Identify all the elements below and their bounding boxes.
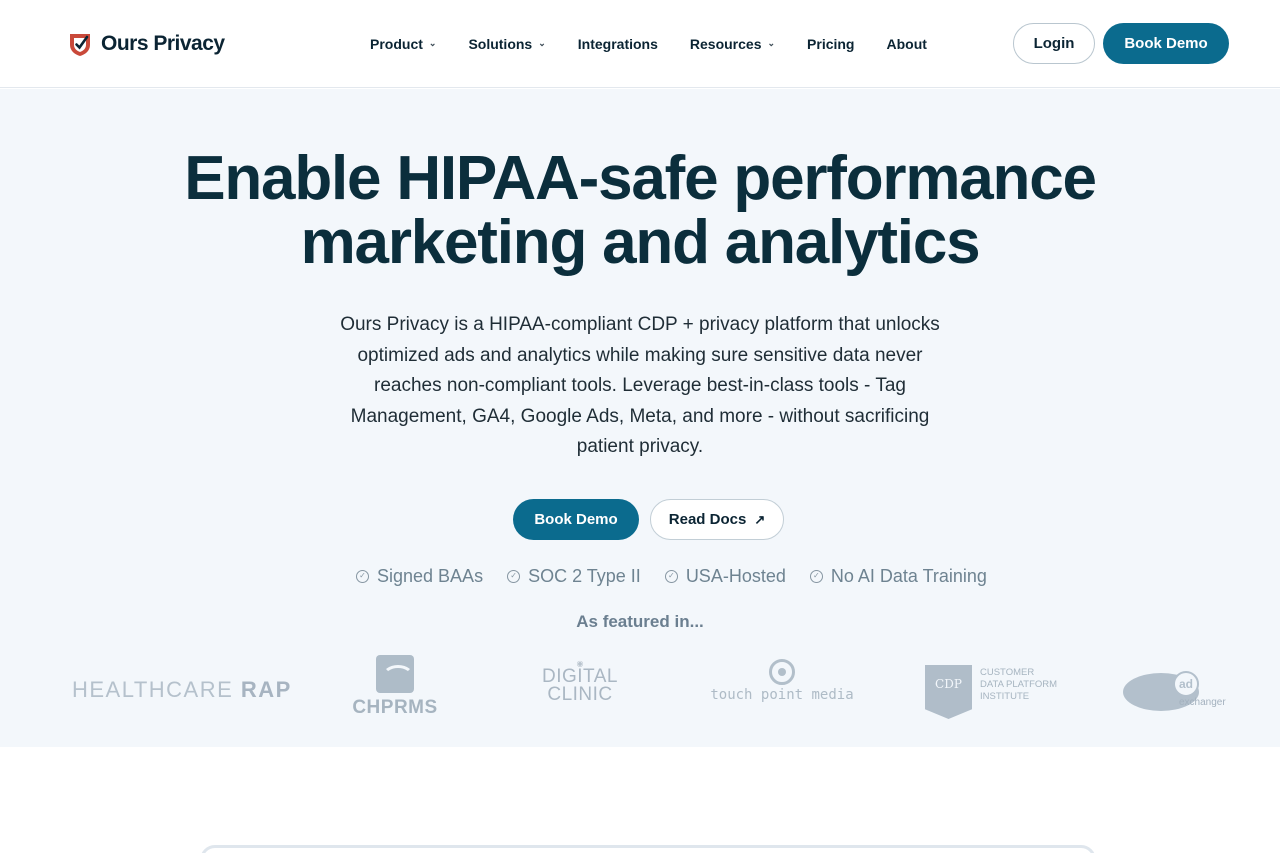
nav-integrations[interactable]: Integrations (578, 36, 658, 52)
book-demo-button-header[interactable]: Book Demo (1103, 23, 1229, 64)
site-header: Ours Privacy Product ⌄ Solutions ⌄ Integ… (0, 0, 1280, 88)
read-docs-button[interactable]: Read Docs ↗ (650, 499, 784, 540)
nav-solutions-label: Solutions (468, 36, 533, 52)
nav-product-label: Product (370, 36, 423, 52)
nav-product[interactable]: Product ⌄ (370, 36, 436, 52)
badge-label: SOC 2 Type II (528, 565, 641, 586)
digital-clinic-line2: CLINIC (547, 684, 613, 705)
ad-exchanger-mark: ad (1173, 671, 1199, 697)
chevron-down-icon: ⌄ (428, 37, 437, 48)
touch-point-media-logo[interactable]: touch point media (706, 659, 858, 703)
healthcare-rap-bold: RAP (240, 677, 292, 702)
cdp-shield-icon: CDP (925, 665, 972, 719)
ours-privacy-logo[interactable]: Ours Privacy (67, 30, 225, 58)
chevron-down-icon: ⌄ (538, 37, 546, 48)
badge-usa-hosted: ✓ USA-Hosted (664, 565, 786, 587)
ad-exchanger-text: exchanger (1179, 697, 1226, 708)
main-nav: Product ⌄ Solutions ⌄ Integrations Resou… (370, 34, 959, 54)
hero-subtitle: Ours Privacy is a HIPAA-compliant CDP + … (340, 314, 940, 457)
hero-cta-row: Book Demo Read Docs ↗ (513, 499, 784, 540)
badge-no-ai-training: ✓ No AI Data Training (809, 565, 987, 587)
badge-soc2: ✓ SOC 2 Type II (507, 566, 641, 587)
nav-about-label: About (886, 36, 927, 52)
logo-text: Ours Privacy (101, 32, 225, 55)
hero-section: Enable HIPAA-safe performance marketing … (0, 89, 1280, 747)
external-link-arrow-icon: ↗ (754, 511, 766, 527)
nav-about[interactable]: About (887, 36, 927, 52)
hero-title-line1: Enable HIPAA-safe performance (184, 144, 1097, 213)
chprms-mark-icon (376, 655, 414, 693)
read-docs-label: Read Docs (668, 511, 747, 528)
book-demo-button[interactable]: Book Demo (513, 499, 639, 540)
podcast-pin-icon (769, 659, 795, 685)
chprms-text: CHPRMS (352, 697, 438, 718)
login-button[interactable]: Login (1013, 23, 1095, 64)
cdp-line1: CUSTOMER (980, 667, 1035, 678)
content-card-top (200, 845, 1096, 853)
nav-resources-label: Resources (689, 36, 762, 52)
nav-solutions[interactable]: Solutions ⌄ (468, 36, 545, 52)
digital-clinic-logo[interactable]: ◉ DIGITAL CLINIC (540, 659, 620, 704)
cdp-line3: INSTITUTE (980, 691, 1030, 702)
badge-signed-baas: ✓ Signed BAAs (356, 566, 483, 587)
cdp-institute-text: CUSTOMER DATA PLATFORM INSTITUTE (980, 665, 1057, 719)
press-logo-strip: HEALTHCARE RAP CHPRMS ◉ DIGITAL CLINIC t… (0, 649, 1280, 729)
check-circle-icon: ✓ (664, 569, 678, 583)
hero-title-line2: marketing and analytics (300, 208, 981, 277)
badge-label: No AI Data Training (830, 565, 987, 586)
check-circle-icon: ✓ (356, 569, 369, 583)
hero-title: Enable HIPAA-safe performance marketing … (100, 147, 1180, 275)
cdp-line2: DATA PLATFORM (980, 679, 1058, 690)
check-circle-icon: ✓ (809, 569, 823, 583)
shield-logo-icon (70, 34, 90, 56)
check-circle-icon: ✓ (507, 569, 521, 583)
nav-pricing-label: Pricing (807, 36, 855, 52)
healthcare-rap-text: HEALTHCARE (72, 677, 241, 702)
healthcare-rap-logo[interactable]: HEALTHCARE RAP (72, 677, 292, 703)
cdp-institute-logo[interactable]: CDP CUSTOMER DATA PLATFORM INSTITUTE (925, 665, 1057, 719)
featured-heading: As featured in... (576, 612, 704, 631)
nav-resources[interactable]: Resources ⌄ (690, 36, 775, 52)
badge-label: USA-Hosted (685, 565, 786, 586)
chevron-down-icon: ⌄ (767, 37, 776, 48)
badge-label: Signed BAAs (377, 565, 484, 586)
nav-integrations-label: Integrations (577, 36, 658, 52)
chprms-logo[interactable]: CHPRMS (350, 655, 440, 719)
ad-exchanger-logo[interactable]: ad exchanger (1123, 671, 1229, 711)
nav-pricing[interactable]: Pricing (807, 36, 854, 52)
compliance-badges: ✓ Signed BAAs ✓ SOC 2 Type II ✓ USA-Host… (356, 566, 1011, 586)
touch-point-media-text: touch point media (710, 687, 854, 703)
